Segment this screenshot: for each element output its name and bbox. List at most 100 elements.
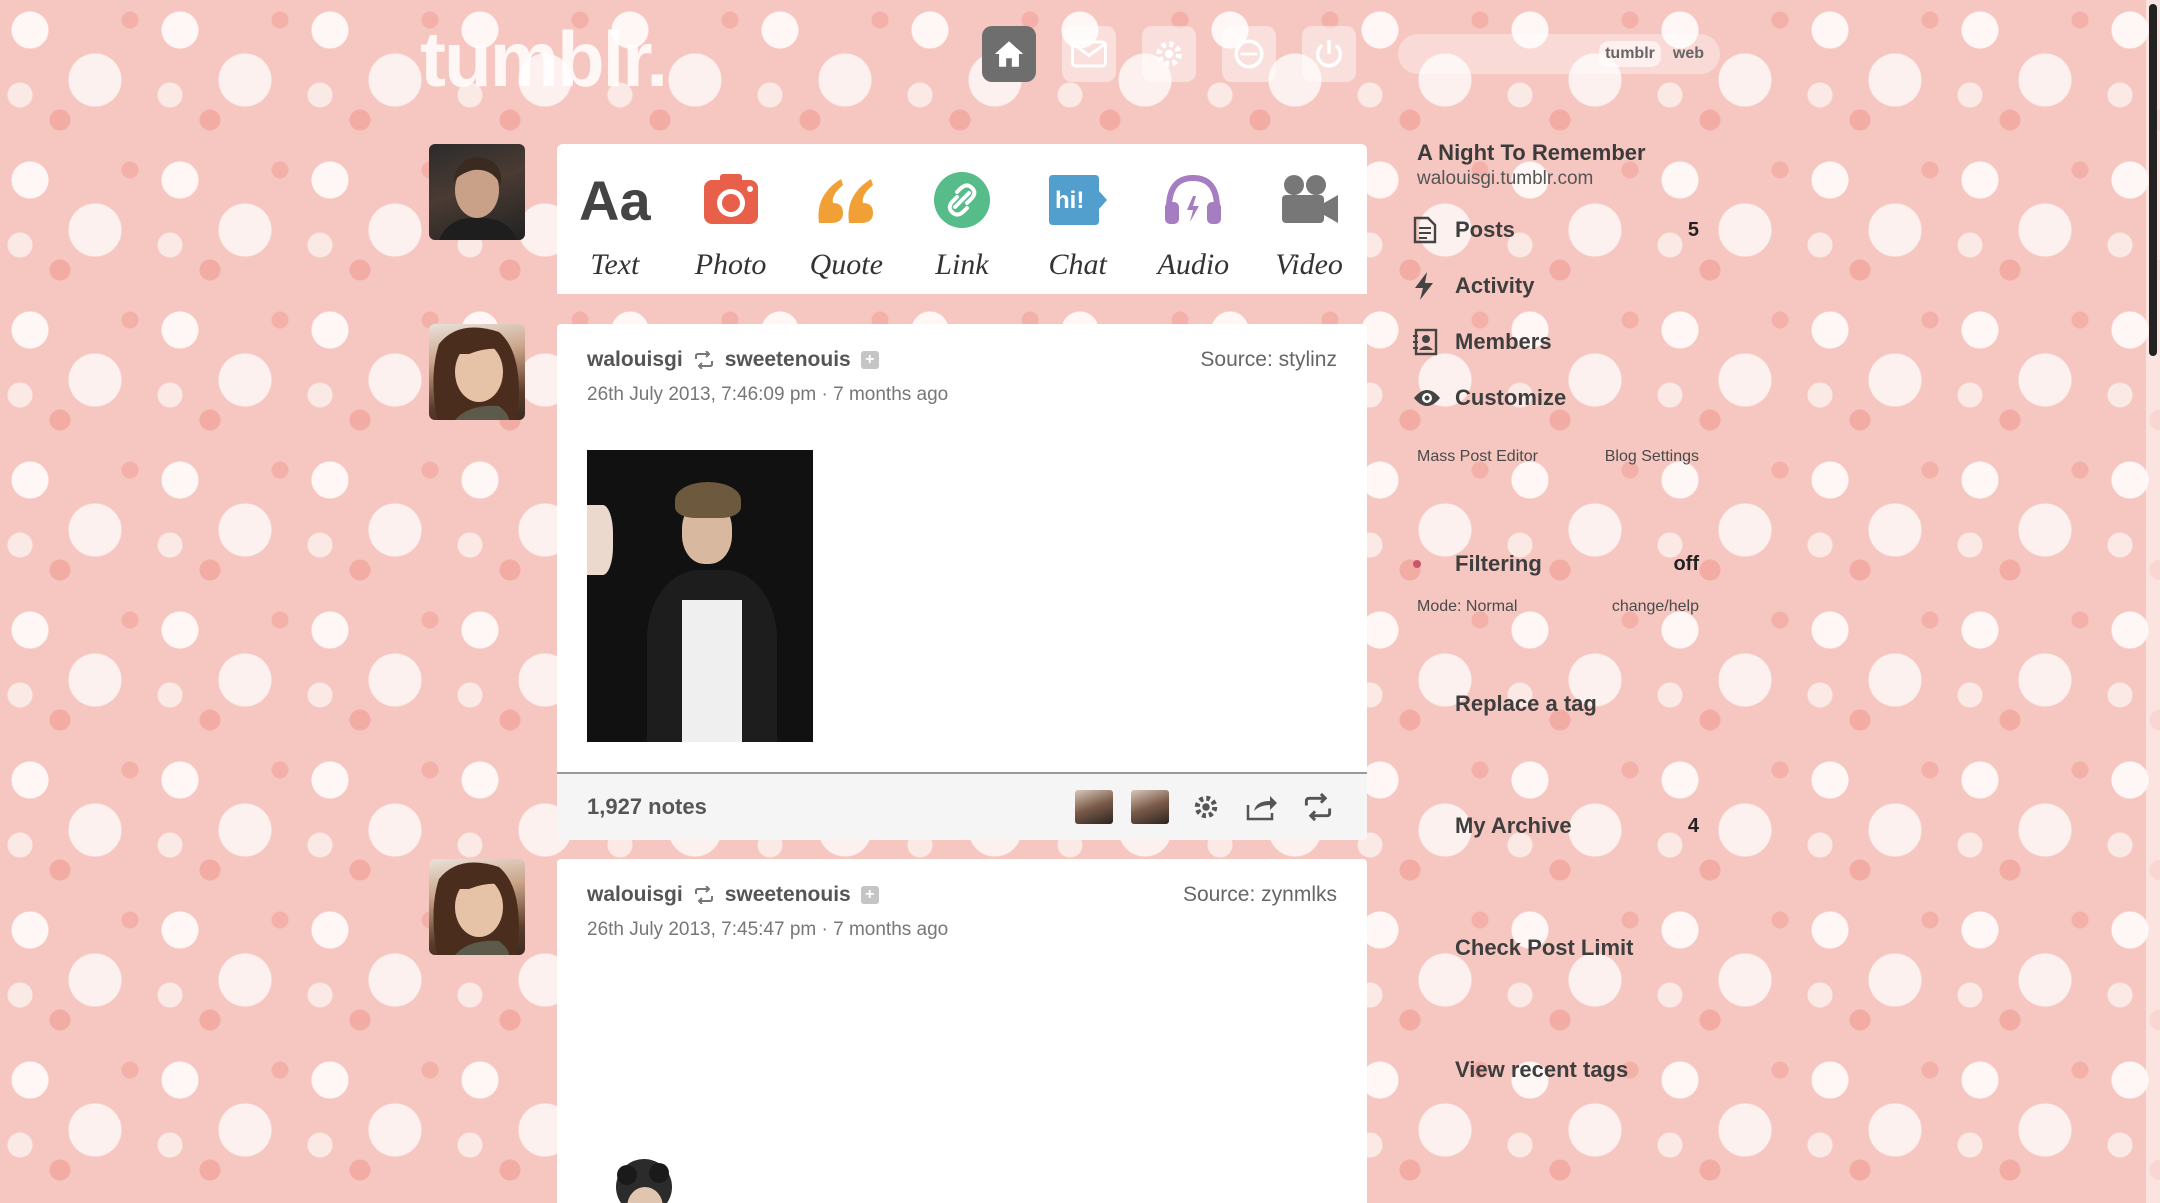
reblogged-from-link[interactable]: sweetenouis bbox=[725, 883, 851, 907]
post-image-partial[interactable] bbox=[607, 1157, 681, 1203]
envelope-icon bbox=[1071, 40, 1107, 68]
power-icon bbox=[1315, 39, 1343, 68]
sidebar-item-members[interactable]: Members bbox=[1403, 314, 1713, 370]
mass-post-editor-link[interactable]: Mass Post Editor bbox=[1417, 448, 1538, 466]
log-out-button[interactable] bbox=[1302, 26, 1356, 82]
sidebar-item-customize[interactable]: Customize bbox=[1403, 370, 1713, 426]
source-link[interactable]: stylinz bbox=[1279, 348, 1337, 371]
note-avatar[interactable] bbox=[1075, 790, 1113, 824]
notes-count[interactable]: 1,927 notes bbox=[587, 794, 1075, 820]
sidebar-item-replace-tag[interactable]: Replace a tag bbox=[1403, 676, 1713, 732]
sidebar-item-label: My Archive bbox=[1455, 813, 1572, 838]
new-photo-post-button[interactable]: Photo bbox=[676, 170, 786, 282]
blog-title-link[interactable]: A Night To Remember bbox=[1417, 140, 1713, 166]
home-icon bbox=[994, 41, 1024, 67]
post-author-link[interactable]: walouisgi bbox=[587, 883, 683, 907]
blog-sidebar: A Night To Remember walouisgi.tumblr.com… bbox=[1403, 140, 1713, 1098]
search-web-toggle[interactable]: web bbox=[1667, 41, 1710, 67]
filtering-help-link[interactable]: change/help bbox=[1612, 598, 1699, 616]
filtering-details: Mode: Normal change/help bbox=[1403, 598, 1713, 616]
sidebar-tools: Mass Post Editor Blog Settings bbox=[1403, 448, 1713, 466]
search-tumblr-toggle[interactable]: tumblr bbox=[1599, 41, 1661, 67]
camera-icon bbox=[702, 170, 760, 230]
blog-url: walouisgi.tumblr.com bbox=[1417, 168, 1594, 189]
source-link[interactable]: zynmlks bbox=[1261, 883, 1337, 906]
inbox-button[interactable] bbox=[1062, 26, 1116, 82]
search-bar: tumblr web bbox=[1366, 34, 1720, 74]
sidebar-item-label: Posts bbox=[1455, 217, 1515, 242]
sidebar-item-filtering[interactable]: Filtering off bbox=[1403, 536, 1713, 592]
post-header: walouisgi sweetenouis + 26th July 2013, … bbox=[557, 324, 1367, 406]
post-timestamp[interactable]: 26th July 2013, 7:45:47 pm · 7 months ag… bbox=[587, 919, 1337, 941]
post-author-link[interactable]: walouisgi bbox=[587, 348, 683, 372]
post-photo[interactable] bbox=[587, 450, 813, 742]
blog-settings-link[interactable]: Blog Settings bbox=[1605, 448, 1699, 466]
circle-icon bbox=[1234, 39, 1264, 69]
gear-icon bbox=[1156, 41, 1182, 67]
new-quote-post-button[interactable]: Quote bbox=[791, 170, 901, 282]
sidebar-item-posts[interactable]: Posts 5 bbox=[1403, 202, 1713, 258]
sidebar-item-view-recent-tags[interactable]: View recent tags bbox=[1403, 1042, 1713, 1098]
help-button[interactable] bbox=[1222, 26, 1276, 82]
post-header: walouisgi sweetenouis + 26th July 2013, … bbox=[557, 859, 1367, 941]
sidebar-item-label: Check Post Limit bbox=[1455, 935, 1634, 960]
photo-jacket bbox=[647, 570, 777, 742]
share-icon bbox=[1246, 796, 1277, 821]
tumblr-logo[interactable]: tumblr. bbox=[420, 14, 668, 105]
post-card: walouisgi sweetenouis + 26th July 2013, … bbox=[557, 859, 1367, 1203]
chat-icon: hi! bbox=[1047, 170, 1109, 230]
reblog-icon bbox=[694, 351, 713, 369]
post-avatar[interactable] bbox=[429, 859, 525, 955]
note-avatar[interactable] bbox=[1131, 790, 1169, 824]
my-avatar[interactable] bbox=[429, 144, 525, 240]
document-icon bbox=[1403, 216, 1455, 244]
reblog-icon bbox=[694, 886, 713, 904]
sidebar-item-my-archive[interactable]: My Archive 4 bbox=[1403, 798, 1713, 854]
post-footer: 1,927 notes bbox=[557, 772, 1367, 840]
video-camera-icon bbox=[1278, 170, 1340, 230]
gear-icon bbox=[1194, 795, 1218, 819]
sidebar-item-count: 4 bbox=[1687, 814, 1699, 837]
new-video-post-button[interactable]: Video bbox=[1254, 170, 1364, 282]
share-button[interactable] bbox=[1243, 790, 1281, 824]
status-dot-icon bbox=[1403, 560, 1455, 568]
post-timestamp[interactable]: 26th July 2013, 7:46:09 pm · 7 months ag… bbox=[587, 384, 1337, 406]
post-avatar[interactable] bbox=[429, 324, 525, 420]
sidebar-item-label: Filtering bbox=[1455, 551, 1542, 576]
new-chat-post-button[interactable]: hi! Chat bbox=[1023, 170, 1133, 282]
new-text-post-button[interactable]: Aa Text bbox=[560, 168, 670, 282]
text-icon: Aa bbox=[579, 168, 651, 232]
avatar-portrait bbox=[433, 862, 519, 955]
post-actions bbox=[1075, 790, 1337, 824]
dashboard-button[interactable] bbox=[982, 26, 1036, 82]
svg-text:hi!: hi! bbox=[1055, 187, 1084, 214]
sidebar-item-label: Members bbox=[1455, 329, 1552, 354]
headphones-icon bbox=[1163, 170, 1223, 230]
new-link-post-button[interactable]: Link bbox=[907, 170, 1017, 282]
post-source: Source: zynmlks bbox=[1183, 883, 1337, 907]
new-audio-post-button[interactable]: Audio bbox=[1138, 170, 1248, 282]
follow-plus-icon[interactable]: + bbox=[860, 886, 879, 904]
source-label: Source: bbox=[1182, 883, 1256, 906]
search-input[interactable] bbox=[1366, 45, 1594, 63]
follow-plus-icon[interactable]: + bbox=[860, 351, 879, 369]
post-source: Source: stylinz bbox=[1200, 348, 1337, 372]
reblog-button[interactable] bbox=[1299, 790, 1337, 824]
sidebar-item-label: View recent tags bbox=[1455, 1057, 1629, 1082]
sidebar-item-activity[interactable]: Activity bbox=[1403, 258, 1713, 314]
scrollbar[interactable] bbox=[2146, 0, 2160, 1203]
reblogged-from-link[interactable]: sweetenouis bbox=[725, 348, 851, 372]
members-icon bbox=[1403, 328, 1455, 356]
avatar-portrait bbox=[439, 157, 517, 240]
curly-hair-portrait bbox=[616, 1159, 672, 1203]
filtering-state: off bbox=[1673, 552, 1699, 575]
sidebar-item-check-post-limit[interactable]: Check Post Limit bbox=[1403, 920, 1713, 976]
quote-icon bbox=[815, 170, 877, 230]
settings-button[interactable] bbox=[1142, 26, 1196, 82]
photo-hand bbox=[587, 505, 613, 575]
scrollbar-thumb[interactable] bbox=[2149, 4, 2157, 356]
sidebar-item-label: Activity bbox=[1455, 273, 1535, 298]
post-ago: 7 months ago bbox=[833, 384, 949, 405]
filtering-mode: Mode: Normal bbox=[1417, 598, 1518, 615]
post-settings-button[interactable] bbox=[1187, 790, 1225, 824]
